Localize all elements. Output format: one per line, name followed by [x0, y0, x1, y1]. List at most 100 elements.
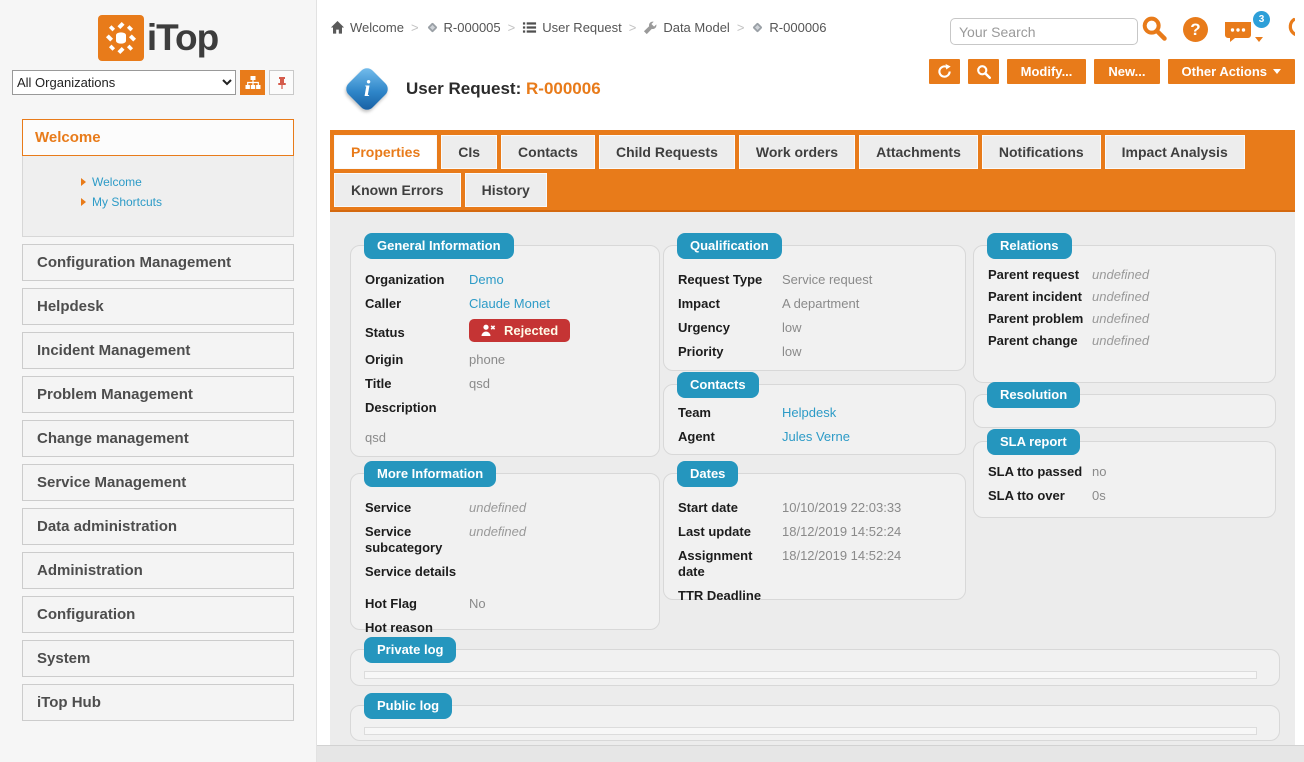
info-icon: i: [343, 65, 391, 113]
sidebar-item-itop-hub[interactable]: iTop Hub: [22, 684, 294, 721]
field-priority: Priority low: [664, 340, 965, 364]
sidebar-item-system[interactable]: System: [22, 640, 294, 677]
breadcrumb-item-data-model[interactable]: Data Model: [643, 20, 729, 35]
search-toolbar-button[interactable]: [968, 59, 999, 84]
field-title: Title qsd: [351, 372, 659, 396]
field-caller: Caller Claude Monet: [351, 292, 659, 316]
panel-title-private-log: Private log: [364, 637, 456, 663]
panel-title-qualification: Qualification: [677, 233, 782, 259]
panel-resolution: Resolution: [973, 394, 1276, 428]
tab-bar: Properties CIs Contacts Child Requests W…: [330, 130, 1295, 212]
home-icon: [330, 20, 345, 35]
bullet-arrow-icon: [81, 198, 86, 206]
organization-select[interactable]: All Organizations: [12, 70, 236, 95]
team-link[interactable]: Helpdesk: [782, 405, 836, 421]
field-team: Team Helpdesk: [664, 401, 965, 425]
panel-contacts: Contacts Team Helpdesk Agent Jules Verne: [663, 384, 966, 455]
sidebar-item-change-management[interactable]: Change management: [22, 420, 294, 457]
tab-known-errors[interactable]: Known Errors: [334, 173, 461, 207]
chevron-down-icon: [1273, 69, 1281, 74]
field-organization: Organization Demo: [351, 268, 659, 292]
sidebar-item-administration[interactable]: Administration: [22, 552, 294, 589]
private-log-entry-field[interactable]: [364, 671, 1257, 679]
tab-history[interactable]: History: [465, 173, 547, 207]
page-title: User Request: R-000006: [406, 79, 601, 99]
object-header: i User Request: R-000006: [344, 72, 601, 106]
panel-sla-report: SLA report SLA tto passed no SLA tto ove…: [973, 441, 1276, 518]
public-log-entry-field[interactable]: [364, 727, 1257, 735]
sidebar-item-problem-management[interactable]: Problem Management: [22, 376, 294, 413]
breadcrumb: Welcome > R-000005 > User Request > Data…: [330, 20, 827, 35]
help-icon: ?: [1183, 17, 1208, 42]
help-button[interactable]: ?: [1183, 14, 1208, 42]
search-icon: [1140, 14, 1168, 42]
tab-work-orders[interactable]: Work orders: [739, 135, 855, 169]
breadcrumb-separator: >: [737, 20, 745, 35]
breadcrumb-item-welcome[interactable]: Welcome: [330, 20, 404, 35]
itop-logo-icon: [98, 15, 144, 61]
global-search-input[interactable]: [950, 18, 1138, 45]
field-hot-flag: Hot Flag No: [351, 592, 659, 616]
refresh-icon: [937, 64, 952, 79]
list-icon: [522, 20, 537, 35]
breadcrumb-separator: >: [411, 20, 419, 35]
modify-button[interactable]: Modify...: [1007, 59, 1087, 84]
panel-title-relations: Relations: [987, 233, 1072, 259]
notifications-button[interactable]: 3: [1223, 19, 1263, 43]
other-actions-button[interactable]: Other Actions: [1168, 59, 1295, 84]
sidebar-item-service-management[interactable]: Service Management: [22, 464, 294, 501]
status-badge: Rejected: [469, 319, 570, 342]
org-hierarchy-button[interactable]: [240, 70, 265, 95]
breadcrumb-item-r-000005[interactable]: R-000005: [426, 20, 501, 35]
diamond-icon: [426, 21, 439, 34]
organization-link[interactable]: Demo: [469, 272, 504, 288]
sidebar: iTop All Organizations Welcome Welcome: [0, 0, 317, 762]
panel-more-information: More Information Service undefined Servi…: [350, 473, 660, 630]
sidebar-item-configuration-management[interactable]: Configuration Management: [22, 244, 294, 281]
field-parent-incident: Parent incident undefined: [974, 286, 1275, 308]
logo-text: iTop: [147, 17, 218, 59]
field-impact: Impact A department: [664, 292, 965, 316]
panel-dates: Dates Start date 10/10/2019 22:03:33 Las…: [663, 473, 966, 600]
sidebar-item-my-shortcuts[interactable]: My Shortcuts: [81, 192, 293, 212]
tab-child-requests[interactable]: Child Requests: [599, 135, 735, 169]
sidebar-item-data-administration[interactable]: Data administration: [22, 508, 294, 545]
tab-notifications[interactable]: Notifications: [982, 135, 1101, 169]
tab-cis[interactable]: CIs: [441, 135, 497, 169]
breadcrumb-separator: >: [629, 20, 637, 35]
bullet-arrow-icon: [81, 178, 86, 186]
panel-title-more-information: More Information: [364, 461, 496, 487]
sidebar-item-welcome-group[interactable]: Welcome: [22, 119, 294, 156]
refresh-button[interactable]: [929, 59, 960, 84]
field-service: Service undefined: [351, 496, 659, 520]
field-origin: Origin phone: [351, 348, 659, 372]
chevron-down-icon: [1255, 37, 1263, 42]
search-button[interactable]: [1140, 14, 1168, 42]
sidebar-item-helpdesk[interactable]: Helpdesk: [22, 288, 294, 325]
field-request-type: Request Type Service request: [664, 268, 965, 292]
field-service-subcategory: Service subcategory undefined: [351, 520, 659, 560]
wrench-icon: [643, 20, 658, 35]
caller-link[interactable]: Claude Monet: [469, 296, 550, 312]
tab-attachments[interactable]: Attachments: [859, 135, 978, 169]
sidebar-item-configuration[interactable]: Configuration: [22, 596, 294, 633]
agent-link[interactable]: Jules Verne: [782, 429, 850, 445]
app-logo[interactable]: iTop: [0, 0, 316, 62]
tab-impact-analysis[interactable]: Impact Analysis: [1105, 135, 1245, 169]
breadcrumb-item-user-request[interactable]: User Request: [522, 20, 621, 35]
breadcrumb-separator: >: [508, 20, 516, 35]
pin-sidebar-button[interactable]: [269, 70, 294, 95]
tab-contacts[interactable]: Contacts: [501, 135, 595, 169]
field-parent-request: Parent request undefined: [974, 264, 1275, 286]
field-sla-tto-passed: SLA tto passed no: [974, 460, 1275, 484]
main-menu: Welcome Welcome My Shortcuts Configurati…: [0, 119, 316, 721]
field-last-update: Last update 18/12/2019 14:52:24: [664, 520, 965, 544]
breadcrumb-item-r-000006[interactable]: R-000006: [751, 20, 826, 35]
new-button[interactable]: New...: [1094, 59, 1159, 84]
tab-content-properties: General Information Organization Demo Ca…: [330, 212, 1295, 745]
field-parent-problem: Parent problem undefined: [974, 308, 1275, 330]
sidebar-item-welcome[interactable]: Welcome: [81, 172, 293, 192]
panel-title-contacts: Contacts: [677, 372, 759, 398]
sidebar-item-incident-management[interactable]: Incident Management: [22, 332, 294, 369]
tab-properties[interactable]: Properties: [334, 135, 437, 169]
